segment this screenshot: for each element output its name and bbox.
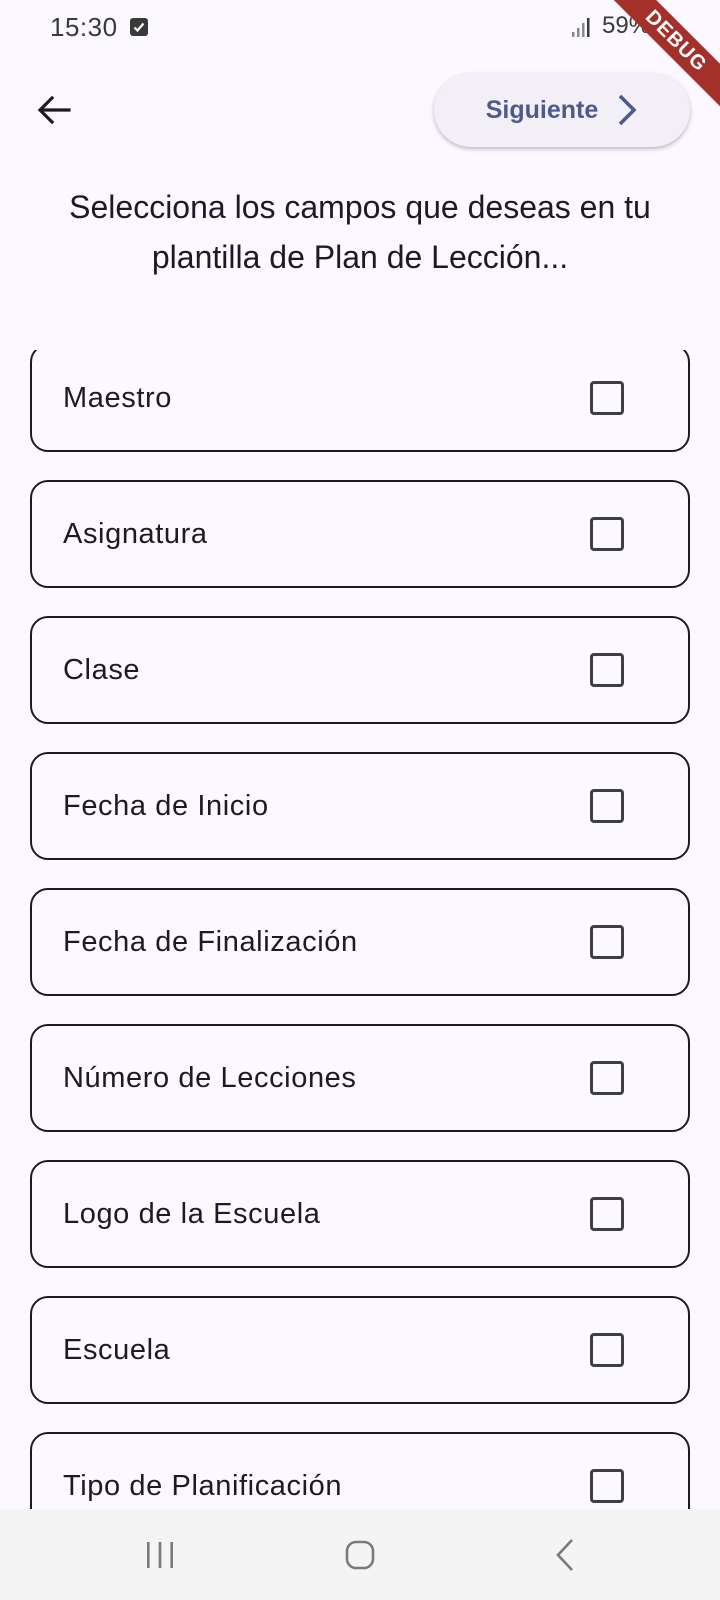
field-item-logo-escuela[interactable]: Logo de la Escuela xyxy=(30,1160,690,1268)
field-item-fecha-finalizacion[interactable]: Fecha de Finalización xyxy=(30,888,690,996)
field-label: Fecha de Finalización xyxy=(63,926,358,958)
field-checkbox[interactable] xyxy=(590,381,624,415)
next-button[interactable]: Siguiente xyxy=(434,73,690,147)
field-list: Maestro Asignatura Clase Fecha de Inicio… xyxy=(30,350,690,1509)
field-checkbox[interactable] xyxy=(590,517,624,551)
field-checkbox[interactable] xyxy=(590,1061,624,1095)
signal-icon xyxy=(572,18,590,38)
notification-check-icon xyxy=(130,18,148,36)
field-label: Tipo de Planificación xyxy=(63,1470,343,1502)
field-label: Logo de la Escuela xyxy=(63,1198,321,1230)
field-checkbox[interactable] xyxy=(590,653,624,687)
field-item-numero-lecciones[interactable]: Número de Lecciones xyxy=(30,1024,690,1132)
field-label: Maestro xyxy=(63,382,172,414)
next-button-label: Siguiente xyxy=(485,95,599,124)
nav-home-button[interactable] xyxy=(310,1509,410,1600)
page-title: Selecciona los campos que deseas en tu p… xyxy=(69,189,651,275)
field-checkbox[interactable] xyxy=(590,789,624,823)
field-checkbox[interactable] xyxy=(590,1469,624,1503)
field-item-maestro[interactable]: Maestro xyxy=(30,350,690,452)
nav-back-button[interactable] xyxy=(515,1509,615,1600)
field-item-escuela[interactable]: Escuela xyxy=(30,1296,690,1404)
screen: 15:30 59% DEBUG Siguiente Selecciona los… xyxy=(0,0,720,1600)
field-checkbox[interactable] xyxy=(590,925,624,959)
status-bar: 15:30 59% xyxy=(0,0,720,56)
field-label: Clase xyxy=(63,654,141,686)
field-label: Escuela xyxy=(63,1334,171,1366)
field-item-asignatura[interactable]: Asignatura xyxy=(30,480,690,588)
field-checkbox[interactable] xyxy=(590,1197,624,1231)
field-item-fecha-inicio[interactable]: Fecha de Inicio xyxy=(30,752,690,860)
arrow-back-icon xyxy=(37,95,71,125)
field-item-tipo-planificacion[interactable]: Tipo de Planificación xyxy=(30,1432,690,1509)
field-label: Fecha de Inicio xyxy=(63,790,269,822)
recents-icon xyxy=(147,1541,173,1568)
field-checkbox[interactable] xyxy=(590,1333,624,1367)
system-nav-bar xyxy=(0,1509,720,1600)
back-button[interactable] xyxy=(26,82,82,138)
nav-recents-button[interactable] xyxy=(110,1509,210,1600)
field-item-clase[interactable]: Clase xyxy=(30,616,690,724)
field-label: Asignatura xyxy=(63,518,208,550)
status-time: 15:30 xyxy=(50,12,118,42)
chevron-right-icon xyxy=(618,94,637,126)
field-label: Número de Lecciones xyxy=(63,1062,357,1094)
nav-back-icon xyxy=(556,1538,573,1571)
home-icon xyxy=(345,1540,375,1569)
